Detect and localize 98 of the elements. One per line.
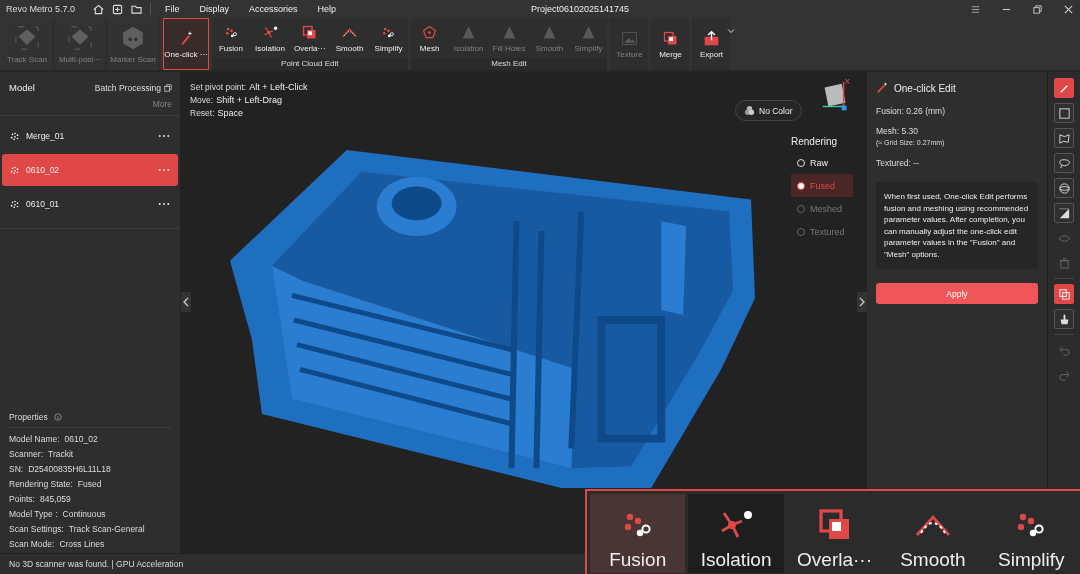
ribbon-button[interactable]: Smooth bbox=[330, 18, 369, 58]
model-item[interactable]: Merge_01 bbox=[2, 120, 178, 152]
close-icon[interactable] bbox=[1063, 3, 1074, 15]
properties-title: Properties bbox=[9, 412, 48, 422]
collapse-right-icon[interactable] bbox=[857, 292, 867, 312]
restore-icon[interactable] bbox=[1032, 3, 1043, 15]
color-mode-button[interactable]: No Color bbox=[735, 100, 802, 121]
tool-button[interactable] bbox=[1054, 103, 1074, 123]
wand-icon bbox=[876, 82, 888, 94]
property-label: Model Type : bbox=[9, 509, 58, 519]
rectangle-icon bbox=[1057, 106, 1071, 120]
point-cloud-icon bbox=[10, 131, 20, 141]
model-name: 0610_02 bbox=[26, 165, 61, 175]
hint-label: Set pivot point: bbox=[190, 82, 247, 92]
hint-label: Reset: bbox=[190, 108, 215, 118]
tool-button[interactable] bbox=[1054, 153, 1074, 173]
ribbon-button[interactable]: Smooth bbox=[885, 494, 981, 573]
model-item[interactable]: 0610_01 bbox=[2, 188, 178, 220]
property-value: D25400835H6L11L18 bbox=[28, 464, 111, 474]
more-link[interactable]: More bbox=[152, 99, 172, 109]
circles-icon bbox=[744, 105, 755, 116]
property-value: Fused bbox=[77, 479, 102, 489]
property-value: Cross Lines bbox=[59, 539, 105, 549]
property-value: 845,059 bbox=[40, 494, 71, 504]
batch-processing-button[interactable]: Batch Processing bbox=[94, 82, 172, 93]
squares-icon bbox=[1057, 287, 1071, 301]
settings-icon[interactable] bbox=[970, 3, 981, 15]
tool-button[interactable] bbox=[1054, 203, 1074, 223]
app-title: Revo Metro 5.7.0 bbox=[6, 4, 76, 14]
property-label: Model Name: bbox=[9, 434, 60, 444]
export-icon bbox=[702, 29, 720, 47]
folder-icon[interactable] bbox=[131, 3, 143, 15]
menu-item[interactable]: Accessories bbox=[249, 4, 298, 14]
textured-parameter: Textured: -- bbox=[876, 158, 919, 168]
info-note: When first used, One-click Edit performs fusion and meshing using recommended parameter values. After completion, you can manually adjust the one-click edit parameter values in the "Fusion" and "Mesh" options. bbox=[876, 182, 1038, 269]
ribbon-button[interactable]: Simplify bbox=[369, 18, 408, 58]
model-item[interactable]: 0610_02 bbox=[2, 154, 178, 186]
model-name: 0610_01 bbox=[26, 199, 61, 209]
property-value: Track Scan-General bbox=[68, 524, 145, 534]
hint-value: Alt + Left-Click bbox=[249, 82, 308, 92]
property-value: Continuous bbox=[62, 509, 106, 519]
menu-item[interactable]: File bbox=[165, 4, 180, 14]
polygon-icon bbox=[1057, 131, 1071, 145]
more-icon[interactable] bbox=[158, 202, 170, 206]
info-icon[interactable] bbox=[53, 413, 62, 421]
tool-button[interactable] bbox=[1054, 128, 1074, 148]
mesh-parameter: Mesh: 5.30 bbox=[876, 126, 919, 136]
ribbon-button[interactable]: Mesh bbox=[410, 18, 449, 58]
point-cloud-icon bbox=[10, 199, 20, 209]
mesh-icon bbox=[421, 23, 439, 41]
property-label: Scanner: bbox=[9, 449, 44, 459]
ribbon-group: Fusion Isolation Overla··· Smooth Simplify Point Cloud Edit bbox=[212, 18, 408, 70]
ribbon-button[interactable]: Export bbox=[692, 18, 731, 70]
hint-label: Move: bbox=[190, 95, 214, 105]
home-icon[interactable] bbox=[93, 3, 105, 15]
rendering-option[interactable]: Raw bbox=[791, 151, 853, 174]
new-file-icon[interactable] bbox=[112, 3, 124, 15]
project-title: Project06102025141745 bbox=[530, 4, 631, 14]
squares-icon bbox=[661, 29, 679, 47]
property-value: Trackit bbox=[48, 449, 74, 459]
scanner-icon bbox=[66, 24, 94, 52]
ribbon-button[interactable]: One-click ··· bbox=[163, 18, 209, 70]
lasso-icon bbox=[1057, 156, 1071, 170]
property-label: Rendering State: bbox=[9, 479, 73, 489]
ribbon-button[interactable]: Merge bbox=[651, 18, 690, 70]
ribbon-button[interactable]: Isolation bbox=[688, 494, 784, 573]
ribbon-button[interactable]: Overla··· bbox=[290, 18, 330, 58]
image-icon bbox=[620, 29, 638, 47]
status-text: No 3D scanner was found. | GPU Acceleration bbox=[9, 559, 184, 569]
hint-value: Space bbox=[217, 108, 244, 118]
ribbon-button[interactable]: Fusion bbox=[212, 18, 250, 58]
ribbon-button[interactable]: Isolation bbox=[251, 18, 289, 58]
fusion-parameter: Fusion: 0.26 (mm) bbox=[876, 106, 945, 116]
panel-title: Model bbox=[9, 82, 35, 93]
rendering-title: Rendering bbox=[791, 136, 839, 147]
menu-item[interactable]: Help bbox=[317, 4, 337, 14]
menu-item[interactable]: Display bbox=[199, 4, 230, 14]
scanner-icon bbox=[13, 24, 41, 52]
ribbon-button[interactable]: Simplify bbox=[983, 494, 1080, 573]
point-cloud-icon bbox=[10, 165, 20, 175]
property-value: 0610_02 bbox=[64, 434, 98, 444]
sphere-icon bbox=[1057, 181, 1071, 195]
property-label: SN: bbox=[9, 464, 24, 474]
collapse-left-icon[interactable] bbox=[181, 292, 191, 312]
caret-icon bbox=[727, 27, 736, 35]
copy-icon bbox=[164, 83, 172, 92]
model-name: Merge_01 bbox=[26, 131, 66, 141]
hint-value: Shift + Left-Drag bbox=[216, 95, 282, 105]
property-label: Points: bbox=[9, 494, 35, 504]
more-icon[interactable] bbox=[158, 134, 170, 138]
panel-title: One-click Edit bbox=[894, 82, 956, 94]
tool-button[interactable] bbox=[1054, 309, 1074, 329]
property-label: Scan Mode: bbox=[9, 539, 55, 549]
ribbon-button[interactable]: Fusion bbox=[590, 494, 686, 573]
triangle-icon bbox=[1057, 206, 1071, 220]
tool-button[interactable] bbox=[1054, 178, 1074, 198]
trash-icon bbox=[1057, 256, 1071, 270]
property-label: Scan Settings: bbox=[9, 524, 64, 534]
